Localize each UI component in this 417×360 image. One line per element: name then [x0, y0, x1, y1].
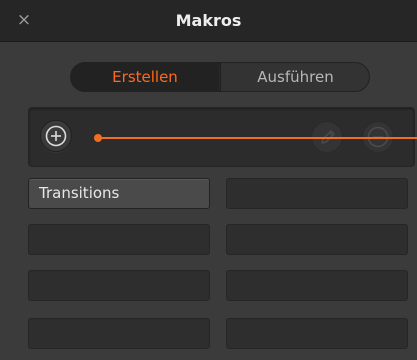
macro-slot-6[interactable] [226, 270, 408, 301]
tab-create[interactable]: Erstellen [71, 63, 219, 91]
callout-line [100, 137, 417, 139]
macro-slot-8[interactable] [226, 318, 408, 349]
macros-window: × Makros Erstellen Ausführen Transitions [0, 0, 417, 360]
macro-slot-3[interactable] [28, 224, 210, 255]
macro-slot-7[interactable] [28, 318, 210, 349]
macro-slot-label: Transitions [39, 184, 120, 202]
plus-circle-icon [45, 125, 67, 147]
macro-slot-5[interactable] [28, 270, 210, 301]
callout-pointer [94, 131, 417, 145]
add-macro-button[interactable] [40, 120, 72, 152]
macro-slot-4[interactable] [226, 224, 408, 255]
mode-tab-group: Erstellen Ausführen [70, 62, 370, 92]
macro-slot-1[interactable]: Transitions [28, 178, 210, 209]
tab-run[interactable]: Ausführen [220, 63, 369, 91]
window-title: Makros [175, 11, 242, 30]
title-bar: × Makros [0, 0, 417, 42]
macro-slot-2[interactable] [226, 178, 408, 209]
